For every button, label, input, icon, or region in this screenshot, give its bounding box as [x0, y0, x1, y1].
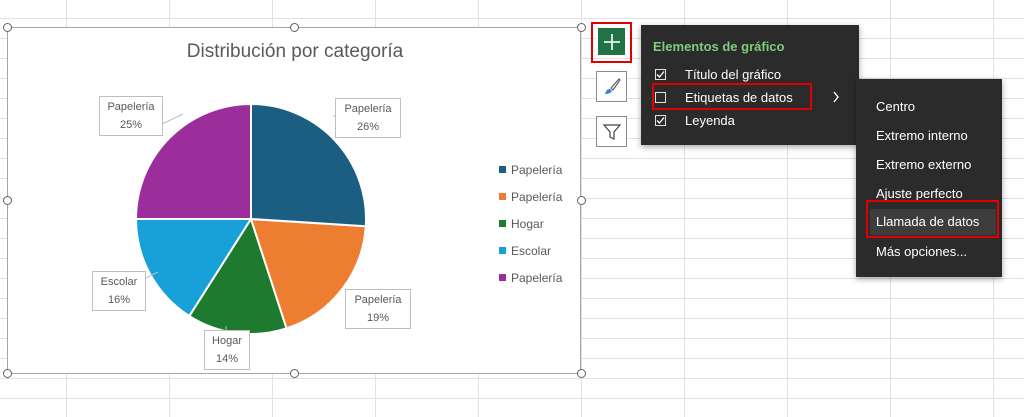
submenu-item-inside-end[interactable]: Extremo interno [876, 128, 968, 143]
chart-styles-button[interactable] [596, 71, 627, 102]
submenu-item-center[interactable]: Centro [876, 99, 915, 114]
checkmark-icon [656, 116, 665, 124]
chart-filters-button[interactable] [596, 116, 627, 147]
menu-item-label: Título del gráfico [685, 66, 782, 82]
resize-handle-bottom-middle[interactable] [290, 369, 299, 378]
resize-handle-bottom-left[interactable] [3, 369, 12, 378]
legend-swatch [499, 166, 506, 173]
legend-swatch [499, 220, 506, 227]
resize-handle-middle-right[interactable] [577, 196, 586, 205]
legend-label: Hogar [511, 216, 544, 231]
submenu-item-more-options[interactable]: Más opciones... [876, 244, 967, 259]
data-label-percent: 19% [366, 312, 390, 324]
highlight-data-callout-item [866, 200, 999, 238]
data-label-papeleria-25[interactable]: Papelería 25% [99, 96, 163, 136]
legend-item[interactable]: Papelería [499, 183, 562, 210]
chevron-right-icon[interactable] [832, 91, 840, 103]
data-label-hogar-14[interactable]: Hogar 14% [204, 330, 250, 370]
pie-chart[interactable] [8, 28, 582, 375]
legend-label: Papelería [511, 162, 563, 177]
legend-swatch [499, 274, 506, 281]
brush-icon [604, 77, 621, 94]
data-label-category: Papelería [344, 103, 392, 115]
resize-handle-top-left[interactable] [3, 23, 12, 32]
legend-label: Papelería [511, 270, 563, 285]
data-label-category: Hogar [212, 335, 242, 347]
menu-item-label: Leyenda [685, 112, 735, 128]
legend-label: Escolar [511, 243, 552, 258]
resize-handle-top-middle[interactable] [290, 23, 299, 32]
resize-handle-middle-left[interactable] [3, 196, 12, 205]
menu-item-legend[interactable]: Leyenda [655, 109, 735, 131]
funnel-icon [602, 123, 621, 140]
checkbox-checked-icon[interactable] [655, 114, 666, 126]
data-label-escolar-16[interactable]: Escolar 16% [92, 271, 146, 311]
legend-swatch [499, 193, 506, 200]
legend-label: Papelería [511, 189, 563, 204]
legend-swatch [499, 247, 506, 254]
submenu-item-outside-end[interactable]: Extremo externo [876, 157, 971, 172]
data-label-percent: 16% [107, 294, 131, 306]
chart-area[interactable]: Distribución por categoría Papelería 26%… [7, 27, 581, 374]
legend-item[interactable]: Escolar [499, 237, 562, 264]
chart-legend[interactable]: Papelería Papelería Hogar Escolar Papele… [499, 156, 562, 291]
legend-item[interactable]: Papelería [499, 264, 562, 291]
chart-elements-menu-title: Elementos de gráfico [653, 39, 785, 54]
data-label-percent: 14% [215, 353, 239, 365]
data-label-category: Escolar [100, 276, 138, 288]
highlight-data-labels-item [652, 83, 812, 110]
legend-item[interactable]: Papelería [499, 156, 562, 183]
resize-handle-top-right[interactable] [577, 23, 586, 32]
highlight-chart-elements-button [591, 22, 632, 63]
data-label-percent: 26% [356, 121, 380, 133]
checkbox-checked-icon[interactable] [655, 68, 666, 80]
submenu-item-best-fit[interactable]: Ajuste perfecto [876, 186, 963, 201]
data-label-category: Papelería [354, 294, 402, 306]
data-label-options-submenu[interactable]: Centro Extremo interno Extremo externo A… [856, 79, 1002, 277]
legend-item[interactable]: Hogar [499, 210, 562, 237]
resize-handle-bottom-right[interactable] [577, 369, 586, 378]
menu-item-chart-title[interactable]: Título del gráfico [655, 63, 781, 85]
data-label-percent: 25% [119, 119, 143, 131]
data-label-papeleria-26[interactable]: Papelería 26% [335, 98, 401, 138]
data-label-papeleria-19[interactable]: Papelería 19% [345, 289, 411, 329]
data-label-category: Papelería [107, 101, 155, 113]
checkmark-icon [656, 70, 665, 78]
